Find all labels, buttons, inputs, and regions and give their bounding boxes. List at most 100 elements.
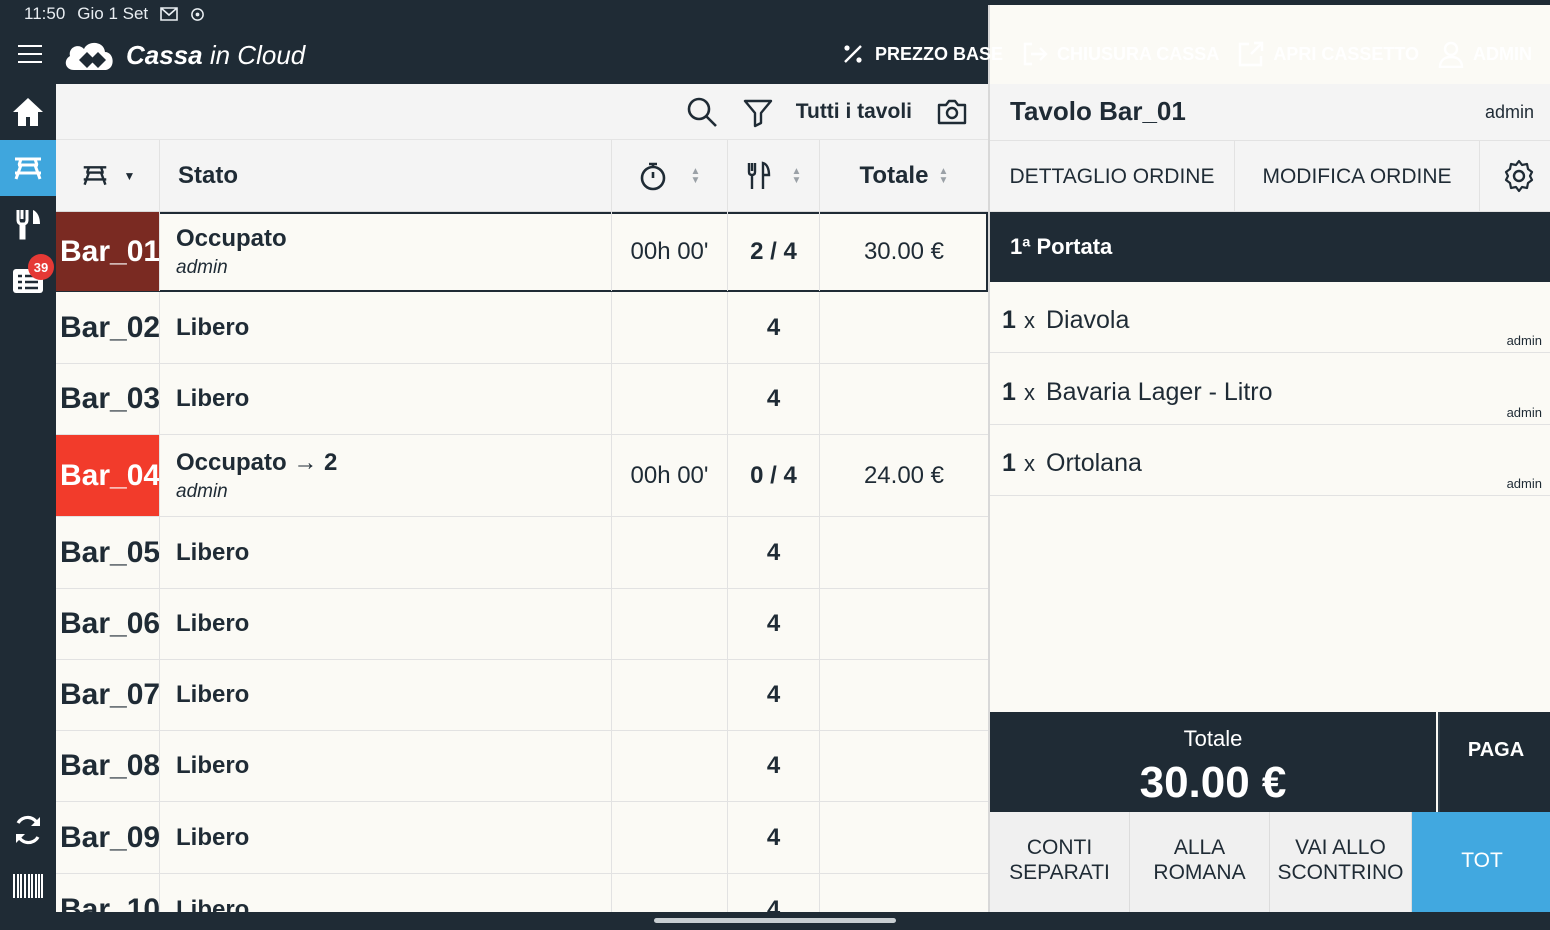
table-covers: 4 (728, 660, 820, 730)
table-total (820, 292, 988, 363)
status-text: Libero (176, 752, 250, 779)
order-item-user: admin (1506, 333, 1542, 348)
status-user: admin (176, 480, 228, 502)
table-covers: 4 (728, 517, 820, 588)
camera-icon[interactable] (936, 96, 968, 128)
table-row[interactable]: Bar_03 Libero 4 (56, 364, 988, 435)
header-covers-sort[interactable]: ▲ ▼ (728, 140, 820, 212)
nav-menu[interactable] (0, 196, 56, 252)
status-text: Libero (176, 313, 250, 341)
tot-button[interactable]: TOT (1412, 812, 1550, 912)
user-icon (1438, 41, 1464, 68)
chiusura-cassa-button[interactable]: CHIUSURA CASSA (1021, 40, 1219, 68)
table-covers: 4 (728, 874, 820, 912)
alla-romana-button[interactable]: ALLA ROMANA (1130, 812, 1270, 912)
table-row[interactable]: Bar_08 Libero 4 (56, 731, 988, 802)
table-time: 00h 00' (612, 212, 728, 291)
admin-button[interactable]: ADMIN (1437, 40, 1532, 68)
table-row[interactable]: Bar_05 Libero 4 (56, 517, 988, 589)
table-status: Libero (160, 660, 612, 730)
table-name: Bar_06 (56, 589, 160, 659)
table-name: Bar_10 (56, 874, 160, 912)
table-name: Bar_02 (56, 292, 160, 363)
table-row[interactable]: Bar_07 Libero 4 (56, 660, 988, 731)
app-root: 11:50 Gio 1 Set Cassa in Cloud PREZZO BA… (0, 0, 1550, 930)
orders-badge: 39 (28, 254, 54, 280)
side-navigation: 39 (0, 84, 56, 912)
brand-name: Cassa in Cloud (126, 39, 306, 70)
clock: 11:50 (24, 4, 66, 23)
apri-cassetto-button[interactable]: APRI CASSETTO (1237, 40, 1419, 68)
order-item-user: admin (1506, 405, 1542, 420)
gear-icon[interactable] (1502, 159, 1536, 193)
system-status-bar: 11:50 Gio 1 Set (0, 0, 1550, 833)
tab-dettaglio-ordine[interactable]: DETTAGLIO ORDINE (990, 141, 1235, 213)
nav-home[interactable] (0, 84, 56, 140)
table-total (820, 589, 988, 659)
table-row[interactable]: Bar_04 Occupato → 2 admin 00h 00' 0 / 4 24.00… (56, 435, 988, 517)
table-row[interactable]: Bar_01 Occupato admin 00h 00' 2 / 4 30.00 € (56, 212, 988, 292)
total-label: Totale (1183, 726, 1243, 751)
table-total: 30.00 € (863, 237, 945, 265)
prezzo-base-button[interactable]: PREZZO BASE (839, 40, 1003, 68)
table-status: Occupato → 2 admin (160, 435, 612, 516)
table-time (612, 292, 728, 363)
table-total (820, 802, 988, 873)
sort-arrows-icon: ▲ ▼ (690, 166, 701, 186)
table-time: 00h 00' (612, 435, 728, 516)
table-row[interactable]: Bar_06 Libero 4 (56, 589, 988, 660)
total-value: 30.00 € (1139, 758, 1287, 807)
filter-label: Tutti i tavoli (795, 100, 912, 123)
table-time (612, 660, 728, 730)
status-text: Libero (176, 610, 250, 637)
table-row[interactable]: Bar_09 Libero 4 (56, 802, 988, 874)
conti-separati-button[interactable]: CONTI SEPARATI (990, 812, 1130, 912)
status-text: Libero (176, 538, 250, 566)
header-time-sort[interactable]: ▲ ▼ (612, 140, 728, 212)
table-covers: 0 / 4 (728, 435, 820, 516)
system-navigation-bar (0, 912, 1550, 930)
nav-barcode[interactable] (0, 858, 56, 914)
table-row[interactable]: Bar_02 Libero 4 (56, 292, 988, 364)
app-top-bar: Cassa in Cloud PREZZO BASE CHIUSURA CASS… (0, 28, 1550, 84)
table-total (820, 731, 988, 801)
header-totale[interactable]: Totale ▲ ▼ (820, 140, 988, 212)
tables-toolbar: Tutti i tavoli (56, 84, 988, 140)
order-item-name: Diavola (1046, 306, 1130, 334)
status-text: Libero (176, 385, 250, 412)
caret-down-icon: ▼ (123, 169, 136, 183)
filter-button[interactable]: Tutti i tavoli (742, 96, 912, 128)
stopwatch-icon (640, 162, 665, 191)
table-total (820, 364, 988, 434)
table-status: Occupato admin (160, 212, 612, 291)
vai-allo-scontrino-button[interactable]: VAI ALLO SCONTRINO (1270, 812, 1412, 912)
order-item-name: Bavaria Lager - Litro (1046, 378, 1273, 406)
order-item[interactable]: 1 x Ortolana admin (990, 425, 1550, 496)
home-indicator[interactable] (654, 918, 896, 923)
search-icon[interactable] (686, 96, 718, 128)
header-table-sort[interactable]: ▼ (56, 140, 160, 212)
status-text: Occupato (176, 224, 287, 252)
cutlery-icon (747, 161, 770, 189)
nav-sync[interactable] (0, 802, 56, 858)
table-time (612, 517, 728, 588)
order-item[interactable]: 1 x Bavaria Lager - Litro admin (990, 354, 1550, 425)
table-time (612, 364, 728, 434)
nav-tables[interactable] (0, 140, 56, 196)
order-item[interactable]: 1 x Diavola admin (990, 282, 1550, 353)
header-stato[interactable]: Stato (160, 140, 612, 212)
order-header: Tavolo Bar_01 admin (990, 84, 1550, 140)
table-status: Libero (160, 589, 612, 659)
tab-modifica-ordine[interactable]: MODIFICA ORDINE (1235, 141, 1480, 213)
pay-button[interactable]: PAGA (1438, 712, 1550, 812)
table-time (612, 874, 728, 912)
table-status: Libero (160, 802, 612, 873)
menu-icon[interactable] (18, 45, 42, 65)
status-text: Occupato → 2 (176, 448, 338, 476)
table-row[interactable]: Bar_10 Libero 4 (56, 874, 988, 912)
order-table-title: Tavolo Bar_01 (1010, 96, 1186, 126)
table-covers: 4 (728, 292, 820, 363)
course-header: 1ª Portata (990, 212, 1550, 282)
brand-logo: Cassa in Cloud (62, 38, 305, 72)
table-total (820, 517, 988, 588)
